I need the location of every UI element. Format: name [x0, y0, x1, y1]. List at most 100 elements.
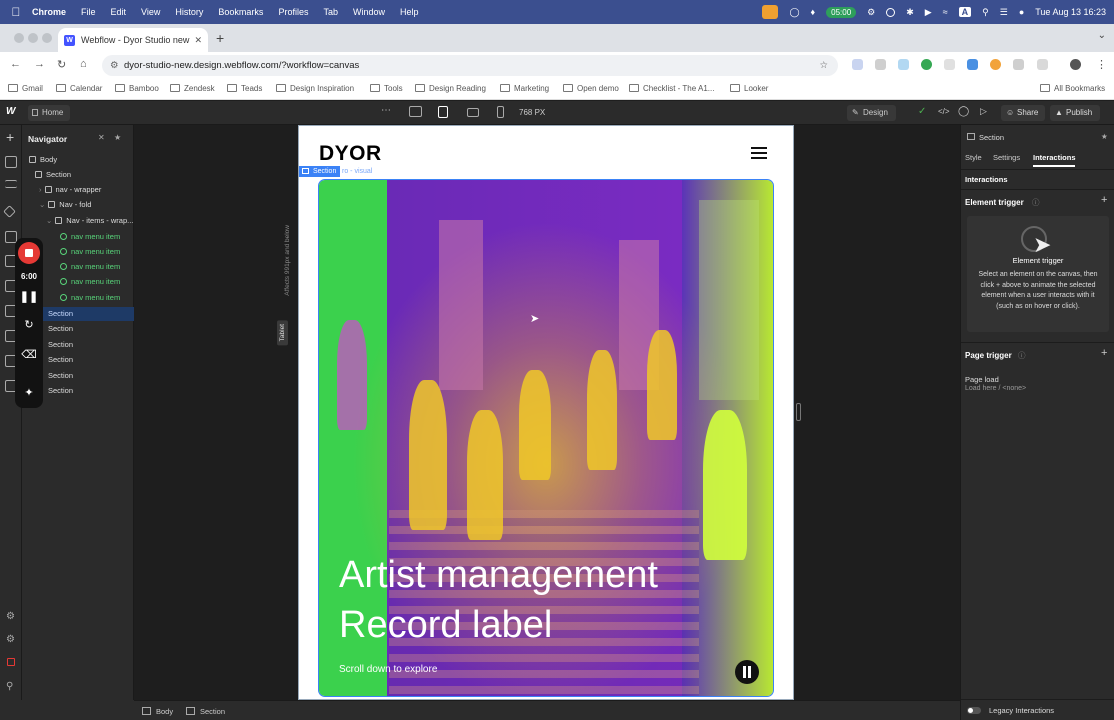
- page-selector-button[interactable]: Home: [28, 105, 71, 121]
- back-arrow-icon[interactable]: ←: [10, 58, 21, 70]
- checkmark-icon[interactable]: ✓: [918, 106, 926, 117]
- selected-element-label[interactable]: Section: [299, 166, 341, 177]
- settings-gear-icon[interactable]: ⚙: [6, 611, 15, 622]
- info-icon[interactable]: ⓘ: [1018, 350, 1026, 361]
- stop-recording-button[interactable]: [18, 242, 40, 264]
- extension-icon-8[interactable]: [1013, 59, 1024, 70]
- breadcrumb-body[interactable]: Body: [142, 707, 173, 716]
- breakpoint-badge[interactable]: Tablet: [277, 320, 288, 346]
- profile-avatar[interactable]: [1070, 59, 1081, 70]
- mobile-landscape-icon[interactable]: [467, 108, 479, 117]
- window-minimize-button[interactable]: [28, 33, 38, 43]
- menu-tab[interactable]: Tab: [323, 7, 338, 17]
- bookmark-design-inspiration[interactable]: Design Inspiration: [276, 84, 354, 93]
- bookmark-zendesk[interactable]: Zendesk: [170, 84, 215, 93]
- menu-history[interactable]: History: [175, 7, 203, 17]
- code-icon[interactable]: </>: [938, 107, 950, 116]
- hero-headline[interactable]: Artist management Record label: [339, 550, 658, 650]
- chrome-menu-icon[interactable]: ⋮: [1096, 58, 1107, 71]
- preview-play-icon[interactable]: ▷: [980, 106, 987, 117]
- new-tab-button[interactable]: +: [216, 30, 224, 46]
- audit-icon[interactable]: ⚙: [6, 634, 15, 645]
- extension-icon-4[interactable]: [921, 59, 932, 70]
- keyboard-a-icon[interactable]: A: [958, 7, 972, 17]
- page-load-trigger[interactable]: Page load: [965, 375, 999, 384]
- microphone-icon[interactable]: [762, 5, 779, 19]
- canvas-width-label[interactable]: 768 PX: [519, 108, 545, 117]
- bookmark-teads[interactable]: Teads: [227, 84, 262, 93]
- info-icon[interactable]: ⓘ: [1032, 197, 1040, 208]
- hero-visual[interactable]: Artist management Record label Scroll do…: [318, 179, 774, 697]
- more-breakpoints-icon[interactable]: ⋯: [381, 105, 391, 116]
- bookmark-tools[interactable]: Tools: [370, 84, 403, 93]
- tab-style[interactable]: Style: [965, 153, 982, 162]
- menu-bookmarks[interactable]: Bookmarks: [218, 7, 263, 17]
- navigator-row-nav-wrapper[interactable]: › nav - wrapper: [22, 183, 134, 197]
- add-page-trigger-button[interactable]: +: [1101, 347, 1107, 359]
- status-circle-icon[interactable]: [886, 7, 896, 17]
- bookmark-marketing[interactable]: Marketing: [500, 84, 549, 93]
- forward-arrow-icon[interactable]: →: [34, 58, 45, 70]
- control-center-icon[interactable]: ☰: [1000, 7, 1008, 18]
- extension-pen-icon[interactable]: [875, 59, 886, 70]
- bookmark-gmail[interactable]: Gmail: [8, 84, 43, 93]
- menu-view[interactable]: View: [141, 7, 160, 17]
- site-logo[interactable]: DYOR: [319, 142, 382, 166]
- add-elements-icon[interactable]: +: [6, 129, 14, 145]
- bookmark-bamboo[interactable]: Bamboo: [115, 84, 159, 93]
- extension-icon-1[interactable]: [852, 59, 863, 70]
- menu-window[interactable]: Window: [353, 7, 385, 17]
- window-zoom-button[interactable]: [42, 33, 52, 43]
- extension-icon-3[interactable]: [898, 59, 909, 70]
- breadcrumb-section[interactable]: Section: [186, 707, 225, 716]
- navigator-row-body[interactable]: Body: [22, 153, 134, 167]
- canvas-resize-handle[interactable]: [796, 403, 801, 421]
- record-icon[interactable]: [7, 658, 15, 666]
- webflow-logo-icon[interactable]: W: [6, 106, 15, 117]
- tablet-breakpoint-icon[interactable]: [438, 106, 448, 118]
- gear-icon[interactable]: ⚙: [867, 7, 875, 18]
- bluetooth-icon[interactable]: ✱: [906, 7, 914, 18]
- search-icon[interactable]: ⚲: [6, 681, 13, 692]
- draw-effects-icon[interactable]: ✦: [15, 386, 43, 399]
- restart-recording-icon[interactable]: ↻: [15, 318, 43, 331]
- pin-icon[interactable]: ★: [114, 133, 121, 142]
- bookmark-design-reading[interactable]: Design Reading: [415, 84, 486, 93]
- extension-download-icon[interactable]: [967, 59, 978, 70]
- tab-interactions[interactable]: Interactions: [1033, 153, 1076, 162]
- apple-icon[interactable]: : [0, 5, 32, 19]
- menu-app-name[interactable]: Chrome: [32, 7, 66, 17]
- all-bookmarks[interactable]: All Bookmarks: [1040, 84, 1105, 93]
- close-tab-icon[interactable]: ✕: [194, 35, 202, 46]
- clock[interactable]: Tue Aug 13 16:23: [1035, 7, 1106, 17]
- bookmark-looker[interactable]: Looker: [730, 84, 768, 93]
- status-icon-2[interactable]: ♦: [811, 7, 816, 17]
- wifi-icon[interactable]: ≈: [943, 7, 948, 17]
- hamburger-menu-icon[interactable]: [751, 147, 767, 159]
- play-icon[interactable]: ▶: [925, 7, 932, 18]
- comment-icon[interactable]: ◯: [958, 106, 969, 117]
- page-preview[interactable]: DYOR Section ro - visual Artist manageme…: [298, 125, 794, 700]
- menu-edit[interactable]: Edit: [111, 7, 127, 17]
- extensions-puzzle-icon[interactable]: [1037, 59, 1048, 70]
- timer-badge[interactable]: 05:00: [826, 6, 857, 18]
- navigator-icon[interactable]: [5, 180, 17, 188]
- desktop-breakpoint-icon[interactable]: [409, 106, 422, 117]
- legacy-interactions-toggle[interactable]: [967, 707, 981, 714]
- bookmark-open-demo[interactable]: Open demo: [563, 84, 619, 93]
- search-icon[interactable]: ⚲: [982, 7, 989, 18]
- design-canvas[interactable]: Affects 991px and below Tablet DYOR Sect…: [134, 125, 960, 700]
- bookmark-calendar[interactable]: Calendar: [56, 84, 102, 93]
- bookmark-checklist[interactable]: Checklist - The A1...: [629, 84, 714, 93]
- menu-profiles[interactable]: Profiles: [278, 7, 308, 17]
- mobile-portrait-icon[interactable]: [497, 106, 504, 118]
- extension-icon-5[interactable]: [944, 59, 955, 70]
- reload-icon[interactable]: ↻: [57, 58, 66, 71]
- navigator-row-section[interactable]: Section: [22, 168, 134, 182]
- browser-tab[interactable]: W Webflow - Dyor Studio new ✕: [58, 28, 208, 52]
- home-icon[interactable]: ⌂: [80, 58, 87, 70]
- delete-recording-icon[interactable]: ⌫: [15, 348, 43, 361]
- extension-icon-7[interactable]: [990, 59, 1001, 70]
- tab-settings[interactable]: Settings: [993, 153, 1020, 162]
- publish-button[interactable]: ▲ Publish: [1050, 105, 1101, 121]
